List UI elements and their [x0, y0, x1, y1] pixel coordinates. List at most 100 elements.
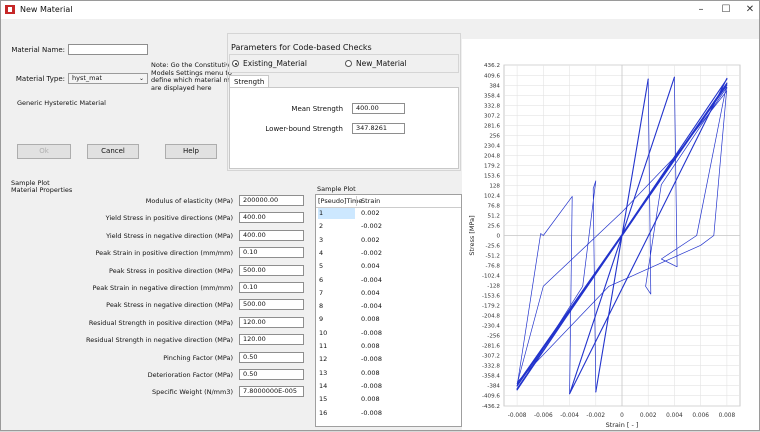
material-description: Generic Hysteretic Material	[17, 99, 106, 107]
property-input[interactable]: 120.00	[239, 317, 304, 328]
mean-strength-input[interactable]: 400.00	[352, 103, 405, 114]
minimize-icon[interactable]: –	[692, 2, 710, 17]
property-input[interactable]: 400.00	[239, 212, 304, 223]
x-tick-label: -0.004	[560, 413, 579, 419]
table-row[interactable]: 14 -0.008	[316, 381, 461, 392]
table-row[interactable]: 7 0.004	[316, 288, 461, 299]
property-label: Peak Strain in positive direction (mm/mm…	[95, 249, 233, 257]
y-tick-label: -332.8	[482, 364, 500, 370]
y-tick-label: 128	[489, 183, 500, 189]
y-tick-label: -307.2	[482, 354, 500, 360]
x-axis-label: Strain [ - ]	[606, 421, 639, 429]
row-time: 12	[319, 355, 328, 364]
x-tick-label: -0.006	[534, 413, 553, 419]
material-name-label: Material Name:	[11, 46, 65, 54]
table-row[interactable]: 5 0.004	[316, 261, 461, 272]
x-tick-label: -0.002	[586, 413, 605, 419]
row-strain: -0.008	[361, 328, 382, 337]
y-tick-label: -25.6	[486, 244, 501, 250]
property-input[interactable]: 500.00	[239, 299, 304, 310]
y-tick-label: 358.4	[484, 93, 500, 99]
table-row[interactable]: 16 -0.008	[316, 408, 461, 419]
y-tick-label: -128	[487, 284, 500, 290]
table-row[interactable]: 3 0.002	[316, 235, 461, 246]
y-tick-label: 102.4	[484, 193, 500, 199]
y-tick-label: -153.6	[482, 294, 500, 300]
y-tick-label: -76.8	[486, 264, 501, 270]
header-strain[interactable]: Strain	[361, 197, 380, 205]
table-row[interactable]: 4 -0.002	[316, 248, 461, 259]
row-time: 3	[319, 235, 324, 244]
help-button[interactable]: Help	[165, 144, 217, 159]
property-input[interactable]: 0.50	[239, 352, 304, 363]
y-tick-label: 281.6	[484, 123, 500, 129]
lower-bound-strength-input[interactable]: 347.8261	[352, 123, 405, 134]
property-label: Specific Weight (N/mm3)	[152, 388, 233, 396]
row-time: 6	[319, 275, 324, 284]
row-strain: -0.008	[361, 381, 382, 390]
new-material-label[interactable]: New_Material	[356, 59, 407, 68]
table-row[interactable]: 13 0.008	[316, 368, 461, 379]
table-row[interactable]: 1 0.002	[316, 208, 461, 219]
sample-plot-table[interactable]: [Pseudo]Time Strain 1 0.002 2 -0.002 3 0.002 4 -0…	[315, 194, 462, 427]
material-name-input[interactable]	[68, 44, 148, 55]
property-input[interactable]: 0.50	[239, 369, 304, 380]
property-input[interactable]: 200000.00	[239, 195, 304, 206]
mean-strength-label: Mean Strength	[291, 105, 343, 113]
row-strain: -0.004	[361, 275, 382, 284]
property-input[interactable]: 400.00	[239, 230, 304, 241]
table-row[interactable]: 10 -0.008	[316, 328, 461, 339]
lower-bound-strength-label: Lower-bound Strength	[265, 125, 343, 133]
property-input[interactable]: 0.10	[239, 282, 304, 293]
material-type-label: Material Type:	[15, 75, 65, 83]
new-material-radio[interactable]	[345, 60, 352, 67]
x-tick-label: 0.002	[640, 413, 657, 419]
title-bar: New Material – ☐ ✕	[1, 1, 759, 19]
property-input[interactable]: 0.10	[239, 247, 304, 258]
existing-material-label[interactable]: Existing_Material	[243, 59, 307, 68]
existing-material-radio[interactable]	[232, 60, 239, 67]
table-row[interactable]: 8 -0.004	[316, 301, 461, 312]
maximize-icon[interactable]: ☐	[717, 2, 735, 17]
stress-strain-chart: 436.2 409.6 384 358.4 332.8 307.2 281.6 256 230.…	[468, 63, 741, 429]
new-material-window: New Material – ☐ ✕ Material Name: Materi…	[0, 0, 760, 431]
material-type-select[interactable]: hyst_mat ⌄	[68, 73, 148, 84]
row-time: 15	[319, 395, 328, 404]
row-time: 8	[319, 302, 324, 311]
table-row[interactable]: 12 -0.008	[316, 354, 461, 365]
y-tick-label: -102.4	[482, 274, 500, 280]
ok-button[interactable]: Ok	[17, 144, 71, 159]
y-tick-label: -384	[487, 384, 500, 390]
y-tick-label: -436.2	[482, 404, 500, 410]
close-icon[interactable]: ✕	[741, 2, 759, 17]
table-row[interactable]: 15 0.008	[316, 394, 461, 405]
table-row[interactable]: 11 0.008	[316, 341, 461, 352]
row-strain: 0.002	[361, 209, 380, 217]
property-label: Yield Stress in negative direction (MPa)	[106, 232, 233, 240]
table-row[interactable]: 6 -0.004	[316, 275, 461, 286]
table-row[interactable]: 9 0.008	[316, 314, 461, 325]
property-input[interactable]: 500.00	[239, 265, 304, 276]
y-tick-label: -204.8	[482, 314, 500, 320]
property-label: Peak Stress in negative direction (MPa)	[106, 301, 233, 309]
property-label: Deterioration Factor (MPa)	[147, 371, 233, 379]
row-strain: -0.008	[361, 408, 382, 417]
y-tick-label: 230.4	[484, 143, 500, 149]
cancel-button[interactable]: Cancel	[87, 144, 139, 159]
property-input[interactable]: 120.00	[239, 334, 304, 345]
y-tick-label: -358.4	[482, 374, 500, 380]
property-input[interactable]: 7.8000000E-005	[239, 386, 304, 397]
stress-strain-plot: 436.2 409.6 384 358.4 332.8 307.2 281.6 256 230.…	[462, 39, 759, 430]
table-row[interactable]: 2 -0.002	[316, 221, 461, 232]
row-strain: 0.004	[361, 262, 380, 271]
y-tick-label: 436.2	[484, 63, 500, 69]
row-strain: -0.004	[361, 302, 382, 311]
x-tick-label: 0.008	[719, 413, 736, 419]
code-checks-title: Parameters for Code-based Checks	[231, 43, 372, 52]
y-tick-label: 153.6	[484, 173, 500, 179]
y-tick-label: -179.2	[482, 304, 500, 310]
row-time: 5	[319, 262, 324, 271]
window-title: New Material	[20, 5, 73, 14]
property-label: Modulus of elasticity (MPa)	[145, 197, 233, 205]
x-tick-label: 0.006	[692, 413, 709, 419]
